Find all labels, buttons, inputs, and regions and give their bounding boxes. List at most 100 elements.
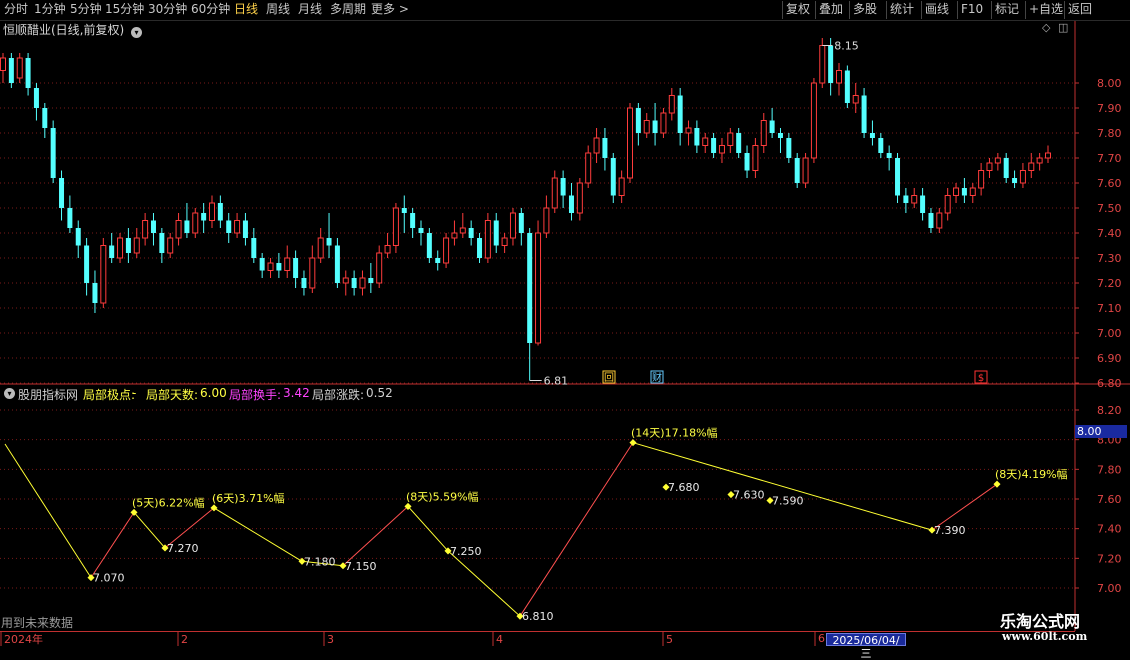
candle-body-down xyxy=(334,245,340,283)
toolbar-separator xyxy=(782,1,783,19)
candle-body-down xyxy=(861,95,867,133)
indicator-bar: ▾ 股朋指标网 局部极点: - 局部天数: 6.00 局部换手: 3.42 局部… xyxy=(0,385,1075,402)
price-tick-label: 7.80 xyxy=(1097,127,1122,140)
event-marker-2: $ xyxy=(978,373,984,384)
candle-body-up xyxy=(443,237,450,264)
toolbar-period-8[interactable]: 月线 xyxy=(298,0,322,20)
candle-body-down xyxy=(201,213,207,221)
toolbar-period-5[interactable]: 60分钟 xyxy=(191,0,230,20)
candle-body-down xyxy=(652,120,658,133)
candle-body-up xyxy=(117,237,124,259)
zigzag-segment xyxy=(301,560,344,567)
toolbar-action-2[interactable]: 多股 xyxy=(853,0,877,20)
current-date-label: 2025/06/04/三 xyxy=(826,633,906,660)
chevron-down-icon[interactable]: ▾ xyxy=(131,27,143,38)
zigzag-label: 7.180 xyxy=(304,555,336,568)
toolbar-period-6[interactable]: 日线 xyxy=(234,0,258,20)
event-marker-1: 财 xyxy=(652,371,662,384)
candle-body-down xyxy=(301,278,307,288)
candle-body-down xyxy=(59,178,65,208)
candle-body-down xyxy=(468,228,474,238)
candle-body-up xyxy=(459,227,466,234)
price-tick-label: 7.00 xyxy=(1097,327,1122,340)
zigzag-segment xyxy=(4,443,92,578)
candle-body-down xyxy=(109,245,115,258)
candle-body-up xyxy=(234,220,241,234)
toolbar-action-7[interactable]: +自选 xyxy=(1029,0,1063,20)
candle-body-up xyxy=(810,82,817,159)
toolbar-action-0[interactable]: 复权 xyxy=(786,0,810,20)
candle-body-up xyxy=(167,237,174,254)
chevron-down-icon[interactable]: ▾ xyxy=(4,388,15,399)
toolbar-action-1[interactable]: 叠加 xyxy=(819,0,843,20)
time-axis: 6 2025/06/04/三 xyxy=(0,631,1075,660)
price-tick-label: 6.80 xyxy=(1097,377,1122,390)
toolbar-action-6[interactable]: 标记 xyxy=(995,0,1019,20)
toolbar-action-3[interactable]: 统计 xyxy=(890,0,914,20)
zigzag-label: 7.680 xyxy=(668,481,700,494)
toolbar-period-2[interactable]: 5分钟 xyxy=(70,0,102,20)
candle-body-up xyxy=(309,257,316,289)
zigzag-point xyxy=(766,496,774,505)
candle-body-up xyxy=(509,212,516,239)
candle-body-down xyxy=(493,220,499,246)
toolbar-period-4[interactable]: 30分钟 xyxy=(148,0,187,20)
candle-body-down xyxy=(828,45,834,83)
candle-body-down xyxy=(50,128,56,178)
month-6-label: 6 xyxy=(818,632,825,645)
candle-body-down xyxy=(251,238,257,258)
candle-body-down xyxy=(560,178,566,196)
candle-body-down xyxy=(84,245,90,283)
zigzag-label: (8天)4.19%幅 xyxy=(995,468,1068,481)
candle-body-down xyxy=(259,258,265,271)
toolbar-separator xyxy=(991,1,992,19)
watermark-logo: 乐淘公式网 xyxy=(1000,612,1081,631)
settings-icon[interactable]: ◫ xyxy=(1058,21,1068,34)
candle-body-down xyxy=(903,195,909,203)
candle-body-up xyxy=(551,177,558,209)
current-price-label: 8.00 xyxy=(1075,425,1127,438)
toolbar-period-7[interactable]: 周线 xyxy=(266,0,290,20)
candle-body-up xyxy=(760,120,767,146)
zigzag-label: (8天)5.59%幅 xyxy=(406,490,479,503)
candle-body-up xyxy=(175,220,182,239)
price-tick-label: 8.00 xyxy=(1097,77,1122,90)
toolbar-period-9[interactable]: 多周期 xyxy=(330,0,366,20)
zigzag-point xyxy=(727,491,735,499)
diamond-icon[interactable]: ◇ xyxy=(1042,21,1050,34)
high-marker-label: 8.15 xyxy=(834,40,859,53)
candle-body-up xyxy=(133,237,140,254)
event-marker-box xyxy=(602,370,616,384)
candle-body-up xyxy=(384,245,391,254)
candle-body-up xyxy=(718,145,725,154)
candle-body-down xyxy=(878,138,884,153)
candle-body-down xyxy=(736,133,742,153)
toolbar-period-10[interactable]: 更多 > xyxy=(371,0,409,20)
candle-body-up xyxy=(819,45,826,84)
zigzag-label: 7.630 xyxy=(733,489,765,502)
zigzag-point xyxy=(161,544,169,552)
candle-body-down xyxy=(869,133,875,138)
candle-body-down xyxy=(527,233,533,343)
candle-body-up xyxy=(1028,162,1035,171)
zigzag-point xyxy=(928,526,936,534)
zigzag-label: 7.150 xyxy=(345,560,377,573)
candle-body-down xyxy=(769,120,775,133)
candle-body-down xyxy=(1012,178,1018,183)
candle-body-down xyxy=(75,228,81,246)
toolbar-action-8[interactable]: 返回 xyxy=(1068,0,1092,20)
toolbar-period-0[interactable]: 分时 xyxy=(4,0,28,20)
zigzag-label: (14天)17.18%幅 xyxy=(631,427,718,440)
candle-body-up xyxy=(0,57,6,71)
candle-body-up xyxy=(969,187,976,196)
toolbar-period-3[interactable]: 15分钟 xyxy=(105,0,144,20)
candle-body-down xyxy=(42,108,48,128)
zigzag-label: 7.590 xyxy=(772,494,804,507)
toolbar-period-1[interactable]: 1分钟 xyxy=(34,0,66,20)
indicator-name[interactable]: 股朋指标网 xyxy=(18,386,78,403)
price-tick-label: 7.10 xyxy=(1097,302,1122,315)
toolbar-action-5[interactable]: F10 xyxy=(961,0,983,20)
candle-body-up xyxy=(911,195,918,204)
zigzag-label: 6.810 xyxy=(522,610,554,623)
toolbar-action-4[interactable]: 画线 xyxy=(925,0,949,20)
